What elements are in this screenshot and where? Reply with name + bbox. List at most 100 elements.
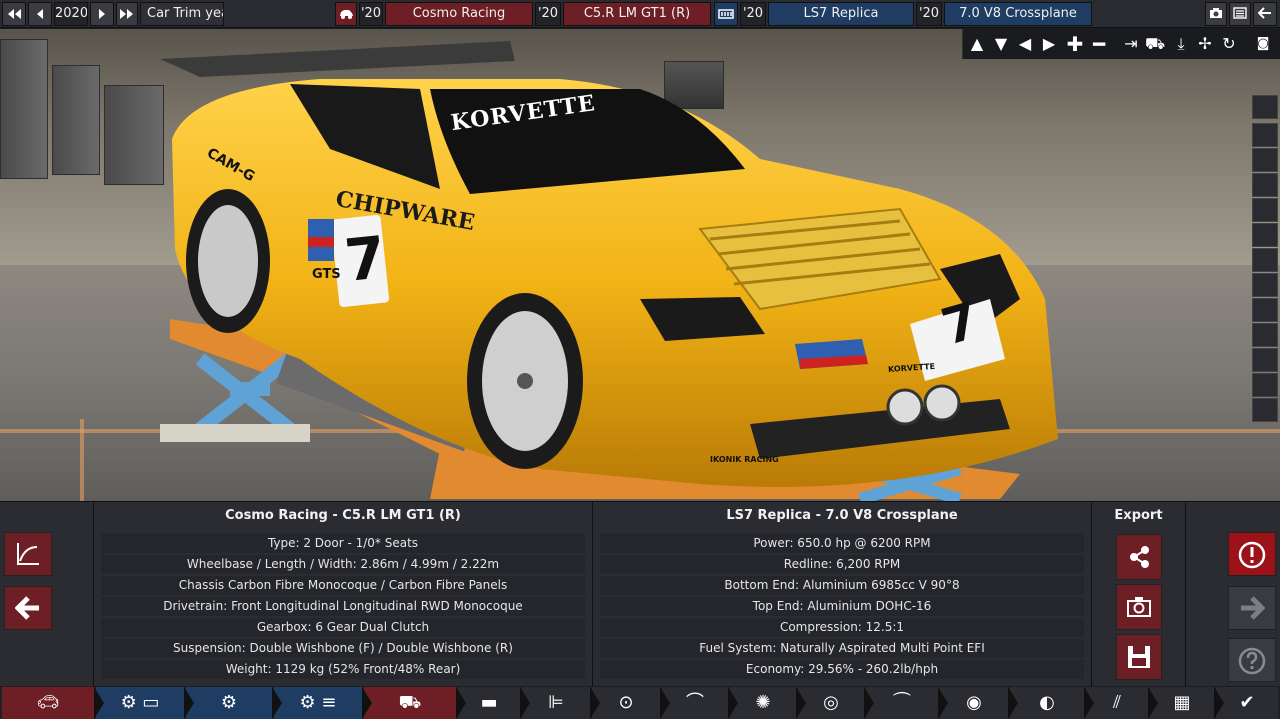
spring-view-icon[interactable]: [1252, 148, 1278, 172]
ikonik-decal: IKONIK RACING: [710, 455, 779, 464]
driver-view-icon[interactable]: [1252, 373, 1278, 397]
back-arrow-button[interactable]: [4, 586, 52, 630]
nav-engine-design[interactable]: ⚙︎: [186, 687, 272, 719]
export-photo-button[interactable]: [1116, 584, 1162, 630]
class-decal: GTS: [312, 267, 341, 282]
nav-safety[interactable]: ◐: [1010, 687, 1084, 719]
wheel-view-icon[interactable]: [1252, 123, 1278, 147]
export-title: Export: [1114, 508, 1163, 523]
circle-view-icon[interactable]: [1252, 398, 1278, 422]
screenshot-button[interactable]: [1205, 2, 1227, 26]
aero-icon: ⏜: [893, 692, 911, 713]
nav-car-model[interactable]: 🚗︎: [2, 687, 94, 719]
share-button[interactable]: [1116, 534, 1162, 580]
warning-button[interactable]: [1228, 532, 1276, 576]
door-number: 7: [341, 223, 389, 295]
car-select-button[interactable]: [335, 2, 357, 26]
nav-suspension[interactable]: ⌒: [662, 687, 728, 719]
last-year-button[interactable]: [116, 2, 138, 26]
car-engine-icon: ⛟: [398, 692, 422, 713]
nav-brakes[interactable]: ◎: [798, 687, 864, 719]
help-icon: [1238, 647, 1266, 675]
rotate-axis-icon[interactable]: ✢: [1195, 33, 1215, 55]
move-down-icon[interactable]: ▼: [991, 33, 1011, 55]
rear-wing: [160, 41, 515, 77]
zoom-in-icon[interactable]: ✚: [1065, 33, 1085, 55]
next-arrow-button[interactable]: [1228, 586, 1276, 630]
engine-select-button[interactable]: [714, 2, 738, 26]
engine-tune-icon: ⚙︎ ≡: [299, 692, 337, 713]
nav-drivetrain[interactable]: ⊫: [522, 687, 590, 719]
camera-icon: [1127, 597, 1151, 617]
next-year-button[interactable]: [90, 2, 114, 26]
engine-spec-row: Compression: 12.5:1: [600, 618, 1084, 637]
brake-view-icon[interactable]: [1252, 323, 1278, 347]
nav-finish[interactable]: ✔: [1216, 687, 1278, 719]
car-spec-row: Wheelbase / Length / Width: 2.86m / 4.99…: [101, 555, 585, 574]
left-arrow-icon: [37, 9, 43, 19]
chassis-icon: ▬: [480, 692, 498, 713]
nav-chassis[interactable]: ▬: [458, 687, 520, 719]
engine-folder-icon: ⚙︎ ▭: [120, 692, 160, 713]
engine-family-selector[interactable]: LS7 Replica: [768, 2, 914, 26]
camera-icon[interactable]: ◙: [1253, 33, 1273, 55]
move-right-icon[interactable]: ▶: [1039, 33, 1059, 55]
expand-icon[interactable]: [1252, 95, 1278, 119]
engine-spec-row: Redline: 6,200 RPM: [600, 555, 1084, 574]
save-button[interactable]: [1116, 634, 1162, 680]
nav-engine-family[interactable]: ⚙︎ ▭: [96, 687, 184, 719]
nav-engine-tune[interactable]: ⚙︎ ≡: [274, 687, 362, 719]
car-trim-year: '20: [535, 2, 561, 26]
back-button[interactable]: [1253, 2, 1277, 26]
car-viewport[interactable]: KORVETTE CHIPWARE 7 7 CAM-G GTS KORVETTE…: [0, 29, 1280, 501]
align-right-icon[interactable]: ⇥: [1121, 33, 1141, 55]
trim-year-label: Car Trim year: [140, 2, 224, 26]
body-view-icon[interactable]: [1252, 223, 1278, 247]
car-trim-selector[interactable]: C5.R LM GT1 (R): [563, 2, 711, 26]
suspension-icon: ⌒: [686, 692, 704, 713]
move-left-icon[interactable]: ◀: [1015, 33, 1035, 55]
panel-view-icon[interactable]: [1252, 248, 1278, 272]
menu-button[interactable]: [1229, 2, 1251, 26]
nav-wheels[interactable]: ✺: [730, 687, 796, 719]
seat-view-icon[interactable]: [1252, 298, 1278, 322]
body-icon: ⊙: [618, 692, 634, 713]
nav-aero[interactable]: ⏜: [866, 687, 938, 719]
nav-car-engine[interactable]: ⛟: [364, 687, 456, 719]
engine-parts-icon: ⚙︎: [220, 692, 238, 713]
double-right-icon: [120, 9, 133, 19]
checkmark-icon: ✔: [1239, 692, 1255, 713]
rear-rim: [198, 205, 258, 317]
engine-variant-selector[interactable]: 7.0 V8 Crossplane: [944, 2, 1092, 26]
engine-specs-title: LS7 Replica - 7.0 V8 Crossplane: [726, 508, 958, 523]
gear-view-icon[interactable]: [1252, 348, 1278, 372]
move-up-icon[interactable]: ▲: [967, 33, 987, 55]
engine-year: '20: [740, 2, 766, 26]
graph-button[interactable]: [4, 532, 52, 576]
graph-icon: [17, 543, 39, 565]
car-family-selector[interactable]: Cosmo Racing: [385, 2, 533, 26]
align-down-icon[interactable]: ⤓: [1171, 33, 1191, 55]
view-options-sidebar: [1252, 95, 1278, 423]
car-body-icon: 🚗︎: [36, 692, 60, 713]
engine-icon: [718, 9, 734, 19]
chassis-view-icon[interactable]: [1252, 198, 1278, 222]
reset-rotation-icon[interactable]: ↻: [1219, 33, 1239, 55]
nav-interior[interactable]: ◉: [940, 687, 1008, 719]
camera-toolbar: ▲ ▼ ◀ ▶ ✚ ━ ⇥ ⛟ ⤓ ✢ ↻ ◙: [962, 29, 1280, 59]
grille-view-icon[interactable]: [1252, 273, 1278, 297]
warning-icon: [1238, 541, 1266, 569]
engine-spec-row: Bottom End: Aluminium 6985cc V 90°8: [600, 576, 1084, 595]
car-view-icon[interactable]: ⛟: [1145, 33, 1165, 55]
bottom-navigation: 🚗︎ ⚙︎ ▭ ⚙︎ ⚙︎ ≡ ⛟ ▬ ⊫ ⊙ ⌒ ✺ ◎ ⏜ ◉ ◐ ⫽ ▦ …: [0, 687, 1280, 719]
axle-view-icon[interactable]: [1252, 173, 1278, 197]
help-button[interactable]: [1228, 638, 1276, 682]
zoom-out-icon[interactable]: ━: [1089, 33, 1109, 55]
prev-year-button[interactable]: [28, 2, 52, 26]
nav-body[interactable]: ⊙: [592, 687, 660, 719]
nav-tuning[interactable]: ⫽: [1086, 687, 1148, 719]
first-year-button[interactable]: [2, 2, 26, 26]
wheel-icon: ✺: [755, 692, 771, 713]
nav-testing[interactable]: ▦: [1150, 687, 1214, 719]
save-icon: [1128, 646, 1150, 668]
